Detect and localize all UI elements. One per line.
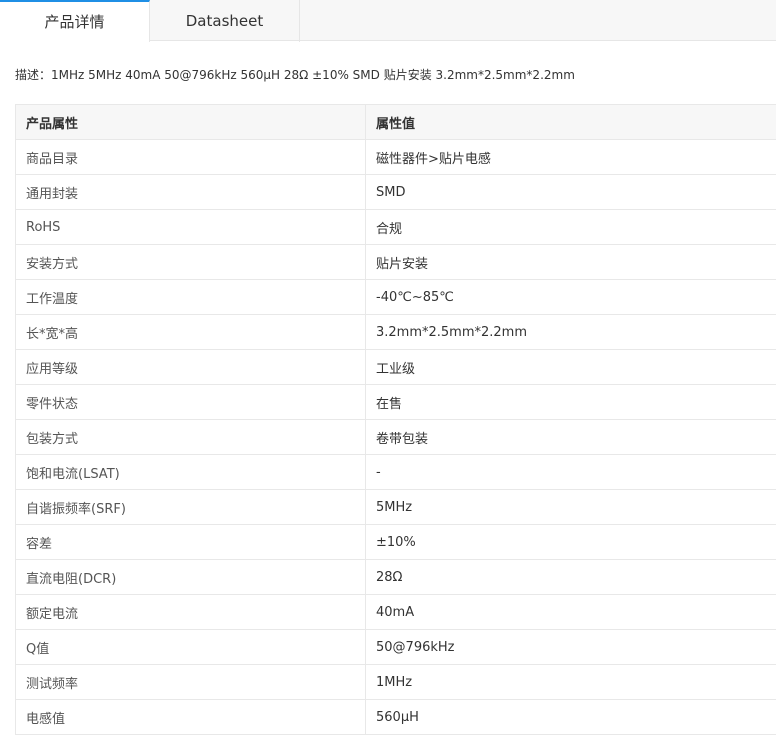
attribute-name: 直流电阻(DCR): [15, 559, 366, 595]
attribute-value: -40℃~85℃: [365, 279, 776, 315]
attribute-name: 测试频率: [15, 664, 366, 700]
table-row: RoHS 合规: [15, 209, 776, 245]
attribute-name: 包装方式: [15, 419, 366, 455]
attribute-name: 容差: [15, 524, 366, 560]
attribute-name: 电感值: [15, 699, 366, 735]
attribute-value: ±10%: [365, 524, 776, 560]
attribute-value: 磁性器件>贴片电感: [365, 139, 776, 175]
attribute-name: 自谐振频率(SRF): [15, 489, 366, 525]
table-row: 容差 ±10%: [15, 524, 776, 560]
attributes-table: 产品属性 属性值 商品目录 磁性器件>贴片电感 通用封装 SMD RoHS 合规 安装…: [15, 104, 776, 735]
tab-datasheet[interactable]: Datasheet: [150, 0, 300, 42]
attribute-value: 3.2mm*2.5mm*2.2mm: [365, 314, 776, 350]
table-row: 工作温度 -40℃~85℃: [15, 279, 776, 315]
attribute-name: 零件状态: [15, 384, 366, 420]
attribute-value: 合规: [365, 209, 776, 245]
attribute-name: 安装方式: [15, 244, 366, 280]
table-row: 长*宽*高 3.2mm*2.5mm*2.2mm: [15, 314, 776, 350]
table-row: 商品目录 磁性器件>贴片电感: [15, 139, 776, 175]
attribute-value: SMD: [365, 174, 776, 210]
tab-product-details[interactable]: 产品详情: [0, 0, 150, 42]
product-description: 描述：1MHz 5MHz 40mA 50@796kHz 560μH 28Ω ±1…: [15, 68, 575, 82]
table-row: 零件状态 在售: [15, 384, 776, 420]
table-row: 电感值 560μH: [15, 699, 776, 735]
attribute-name: 饱和电流(LSAT): [15, 454, 366, 490]
table-row: 应用等级 工业级: [15, 349, 776, 385]
attribute-value: 50@796kHz: [365, 629, 776, 665]
attribute-name: 商品目录: [15, 139, 366, 175]
table-row: 通用封装 SMD: [15, 174, 776, 210]
attribute-name: 额定电流: [15, 594, 366, 630]
table-row: 安装方式 贴片安装: [15, 244, 776, 280]
attribute-value: 28Ω: [365, 559, 776, 595]
attribute-name: 通用封装: [15, 174, 366, 210]
attribute-value: -: [365, 454, 776, 490]
attribute-value: 在售: [365, 384, 776, 420]
table-row: 测试频率 1MHz: [15, 664, 776, 700]
attribute-name: 工作温度: [15, 279, 366, 315]
table-row: Q值 50@796kHz: [15, 629, 776, 665]
attribute-value: 卷带包装: [365, 419, 776, 455]
tab-bar: 产品详情 Datasheet: [0, 0, 776, 42]
attribute-name: Q值: [15, 629, 366, 665]
attribute-name: 长*宽*高: [15, 314, 366, 350]
table-row: 自谐振频率(SRF) 5MHz: [15, 489, 776, 525]
attributes-table-container: 产品属性 属性值 商品目录 磁性器件>贴片电感 通用封装 SMD RoHS 合规 安装…: [15, 104, 776, 735]
attribute-value: 工业级: [365, 349, 776, 385]
attribute-value: 5MHz: [365, 489, 776, 525]
table-row: 额定电流 40mA: [15, 594, 776, 630]
attribute-value: 40mA: [365, 594, 776, 630]
attribute-name: RoHS: [15, 209, 366, 245]
table-row: 饱和电流(LSAT) -: [15, 454, 776, 490]
attribute-value: 1MHz: [365, 664, 776, 700]
header-value: 属性值: [365, 104, 776, 140]
table-header-row: 产品属性 属性值: [15, 104, 776, 140]
attribute-value: 贴片安装: [365, 244, 776, 280]
table-row: 包装方式 卷带包装: [15, 419, 776, 455]
table-row: 直流电阻(DCR) 28Ω: [15, 559, 776, 595]
attribute-value: 560μH: [365, 699, 776, 735]
header-attribute: 产品属性: [15, 104, 366, 140]
attribute-name: 应用等级: [15, 349, 366, 385]
